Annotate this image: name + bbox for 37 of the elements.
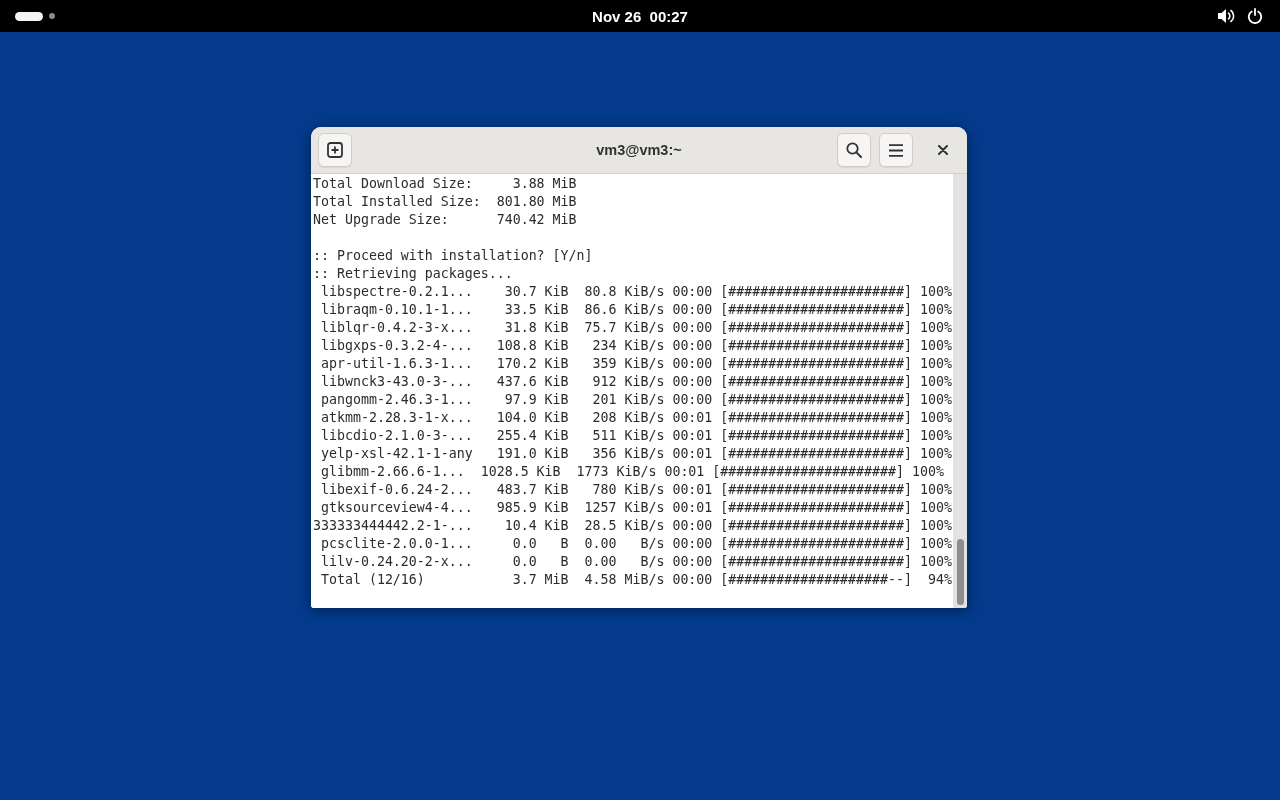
terminal-line: 333333444442.2-1-... 10.4 KiB 28.5 KiB/s 00:00 [######################] 100% — [313, 517, 953, 535]
terminal-line: gtksourceview4-4... 985.9 KiB 1257 KiB/s 00:01 [######################] 100% — [320, 499, 953, 517]
workspace-indicator-icon[interactable] — [15, 11, 43, 21]
terminal-line: lilv-0.24.20-2-x... 0.0 B 0.00 B/s 00:00 [######################] 100% — [320, 553, 953, 571]
terminal-line: Total (12/16) 3.7 MiB 4.58 MiB/s 00:00 [####################--] 94% — [320, 571, 953, 589]
terminal-line: libcdio-2.1.0-3-... 255.4 KiB 511 KiB/s 00:01 [######################] 100% — [320, 427, 953, 445]
terminal-line: Total Download Size: 3.88 MiB — [313, 175, 578, 193]
plus-box-icon — [327, 142, 343, 158]
terminal-line: yelp-xsl-42.1-1-any 191.0 KiB 356 KiB/s 00:01 [######################] 100% — [320, 445, 953, 463]
terminal-line: pangomm-2.46.3-1... 97.9 KiB 201 KiB/s 00:00 [######################] 100% — [320, 391, 953, 409]
terminal-line: libgxps-0.3.2-4-... 108.8 KiB 234 KiB/s 00:00 [######################] 100% — [320, 337, 953, 355]
terminal-line: glibmm-2.66.6-1... 1028.5 KiB 1773 KiB/s 00:01 [######################] 100% — [320, 463, 945, 481]
close-icon — [938, 145, 948, 155]
clock[interactable]: Nov 26 00:27 — [592, 7, 688, 25]
terminal-line: Net Upgrade Size: 740.42 MiB — [313, 211, 578, 229]
workspace-indicator-icon[interactable] — [49, 13, 55, 19]
terminal-line: apr-util-1.6.3-1... 170.2 KiB 359 KiB/s 00:00 [######################] 100% — [320, 355, 953, 373]
menu-icon — [888, 143, 904, 157]
volume-icon[interactable] — [1218, 8, 1235, 24]
terminal-line: :: Retrieving packages... — [313, 265, 514, 283]
terminal-line: atkmm-2.28.3-1-x... 104.0 KiB 208 KiB/s 00:01 [######################] 100% — [320, 409, 953, 427]
search-icon — [846, 142, 862, 158]
scrollbar-track[interactable] — [953, 174, 967, 608]
new-tab-button[interactable] — [318, 133, 352, 167]
scrollbar-thumb[interactable] — [956, 539, 964, 605]
terminal-line: libraqm-0.10.1-1... 33.5 KiB 86.6 KiB/s 00:00 [######################] 100% — [320, 301, 953, 319]
terminal-line: pcsclite-2.0.0-1... 0.0 B 0.00 B/s 00:00 [######################] 100% — [320, 535, 953, 553]
menu-button[interactable] — [879, 133, 913, 167]
search-button[interactable] — [837, 133, 871, 167]
terminal-line: :: Proceed with installation? [Y/n] — [313, 247, 594, 265]
terminal-line: libspectre-0.2.1... 30.7 KiB 80.8 KiB/s 00:00 [######################] 100% — [320, 283, 953, 301]
window-title: vm3@vm3:~ — [596, 142, 682, 158]
terminal-line: Total Installed Size: 801.80 MiB — [313, 193, 578, 211]
terminal-line: liblqr-0.4.2-3-x... 31.8 KiB 75.7 KiB/s 00:00 [######################] 100% — [320, 319, 953, 337]
terminal-line: libexif-0.6.24-2... 483.7 KiB 780 KiB/s 00:01 [######################] 100% — [320, 481, 953, 499]
terminal-line: libwnck3-43.0-3-... 437.6 KiB 912 KiB/s 00:00 [######################] 100% — [320, 373, 953, 391]
power-icon[interactable] — [1247, 8, 1263, 24]
